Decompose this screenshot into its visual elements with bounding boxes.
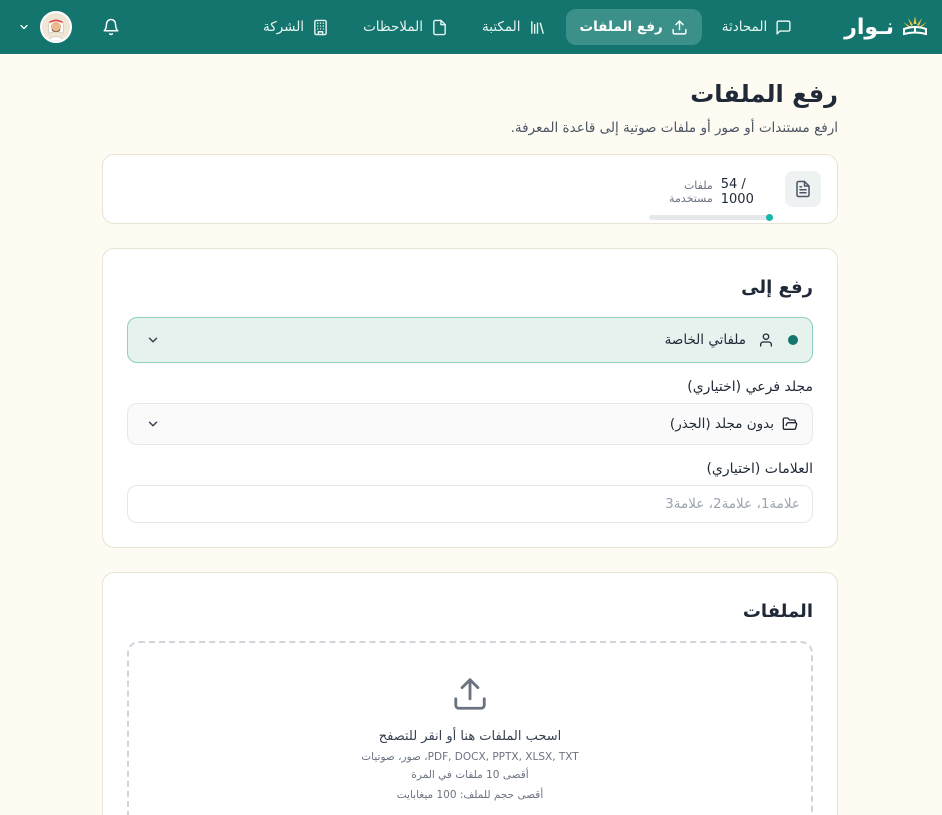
- folder-label: مجلد فرعي (اختياري): [687, 379, 813, 395]
- usage-info: 54 / 1000 ملفات مستخدمة: [649, 177, 773, 221]
- nav-item-label: رفع الملفات: [579, 19, 663, 35]
- nav-item-upload[interactable]: رفع الملفات: [565, 9, 702, 45]
- nav-item-label: المكتبة: [482, 19, 521, 35]
- bell-icon[interactable]: [102, 18, 120, 36]
- document-icon: [785, 171, 821, 207]
- user-icon: [758, 332, 774, 348]
- upload-icon: [451, 675, 489, 713]
- upload-target-title: رفع إلى: [741, 277, 813, 298]
- dropzone-max-size: أقصى حجم للملف: 100 ميغابايت: [396, 789, 544, 801]
- nav-item-label: الشركة: [263, 19, 305, 35]
- chevron-down-icon: [146, 417, 160, 431]
- scope-label: ملفاتي الخاصة: [664, 332, 746, 348]
- dropzone-formats: PDF, DOCX, PPTX, XLSX, TXT، صور، صوتيات: [361, 751, 579, 763]
- nav-item-notes[interactable]: الملاحظات: [349, 9, 462, 45]
- chevron-down-icon: [146, 333, 160, 347]
- note-icon: [431, 19, 448, 36]
- building-icon: [312, 19, 329, 36]
- brand[interactable]: نـوار: [844, 12, 930, 42]
- nav-item-company[interactable]: الشركة: [249, 9, 343, 45]
- top-navbar: نـوار المحادثة رفع الملفات المكتبة الملا…: [0, 0, 942, 54]
- file-dropzone[interactable]: اسحب الملفات هنا أو انقر للتصفح PDF, DOC…: [127, 641, 813, 815]
- nav-item-library[interactable]: المكتبة: [468, 9, 560, 45]
- library-icon: [529, 19, 546, 36]
- folder-open-icon: [782, 416, 798, 432]
- scope-select[interactable]: ملفاتي الخاصة: [127, 317, 813, 363]
- nav-item-chat[interactable]: المحادثة: [708, 9, 807, 45]
- brand-name: نـوار: [844, 14, 894, 40]
- upload-icon: [671, 19, 688, 36]
- selected-dot-icon: [788, 335, 798, 345]
- nav-user-area: [18, 11, 120, 43]
- upload-target-card: رفع إلى ملفاتي الخاصة مجلد فرعي (اختياري…: [102, 248, 838, 548]
- usage-card: 54 / 1000 ملفات مستخدمة: [102, 154, 838, 224]
- usage-progress-bar: [649, 214, 773, 221]
- nav-item-label: الملاحظات: [363, 19, 424, 35]
- avatar[interactable]: [40, 11, 72, 43]
- folder-select[interactable]: بدون مجلد (الجذر): [127, 403, 813, 445]
- nav-item-label: المحادثة: [721, 19, 768, 35]
- lotus-logo-icon: [900, 12, 930, 42]
- tags-input[interactable]: [127, 485, 813, 523]
- usage-count: 54 / 1000: [720, 177, 754, 207]
- dropzone-title: اسحب الملفات هنا أو انقر للتصفح: [378, 729, 562, 744]
- page-title: رفع الملفات: [690, 80, 838, 108]
- nav-items: المحادثة رفع الملفات المكتبة الملاحظات ا…: [249, 9, 806, 45]
- files-card: الملفات اسحب الملفات هنا أو انقر للتصفح …: [102, 572, 838, 815]
- dropzone-max-files: أقصى 10 ملفات في المرة: [411, 769, 529, 781]
- chat-icon: [775, 19, 792, 36]
- folder-value: بدون مجلد (الجذر): [669, 416, 774, 432]
- usage-progress-fill: [766, 214, 773, 221]
- files-title: الملفات: [742, 601, 813, 622]
- page-subtitle: ارفع مستندات أو صور أو ملفات صوتية إلى ق…: [510, 120, 838, 136]
- usage-label: ملفات مستخدمة: [669, 179, 713, 205]
- chevron-down-icon[interactable]: [18, 21, 30, 33]
- tags-label: العلامات (اختياري): [706, 461, 813, 477]
